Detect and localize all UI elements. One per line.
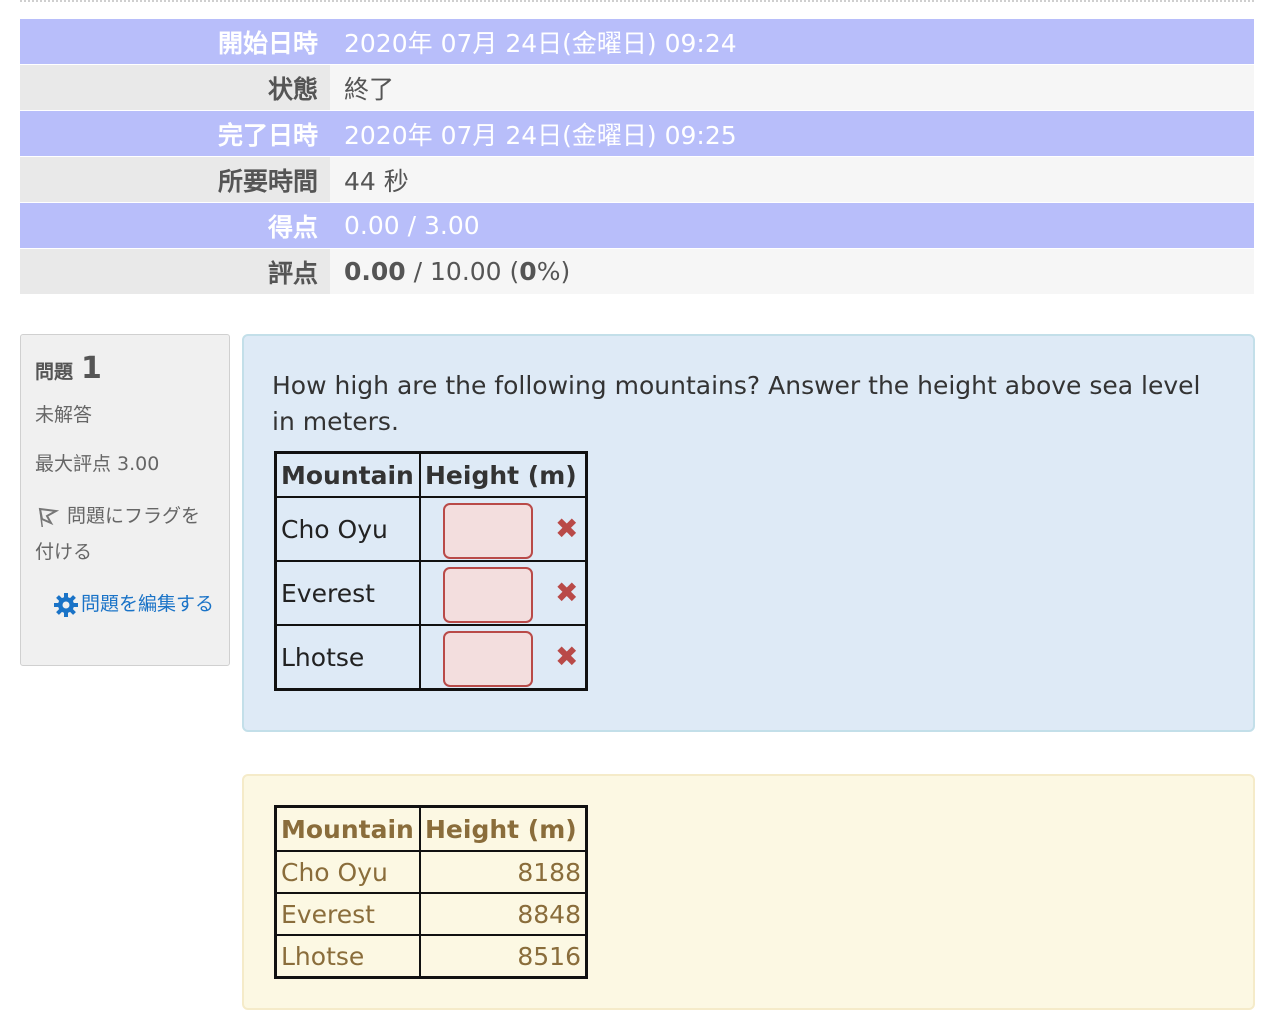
mountain-name: Everest: [274, 560, 421, 626]
table-row: Lhotse 8516: [274, 934, 588, 979]
summary-label: 所要時間: [20, 156, 330, 203]
column-header-height: Height (m): [419, 805, 588, 852]
question-max-mark: 最大評点 3.00: [35, 453, 160, 475]
table-row: Everest 8848: [274, 892, 588, 936]
mountain-name: Everest: [274, 892, 421, 936]
mountain-name: Lhotse: [274, 624, 421, 691]
gear-icon: [53, 592, 79, 618]
question-status: 未解答: [35, 404, 93, 426]
summary-label: 状態: [20, 64, 330, 111]
mountain-name: Cho Oyu: [274, 496, 421, 562]
mountain-height: 8848: [419, 892, 588, 936]
flag-question-label: 問題にフラグを付ける: [35, 505, 201, 563]
table-header-row: Mountain Height (m): [274, 451, 588, 498]
summary-label: 評点: [20, 248, 330, 295]
mountain-name: Cho Oyu: [274, 850, 421, 894]
question-info-panel: 問題 1 未解答 最大評点 3.00 問題にフラグを付ける 問題を編集する: [20, 334, 230, 666]
summary-value: 0.00 / 3.00: [330, 202, 1254, 249]
summary-label: 得点: [20, 202, 330, 249]
mountain-height: 8516: [419, 934, 588, 979]
answer-cell: ✖: [419, 496, 588, 562]
incorrect-icon: ✖: [555, 576, 579, 609]
summary-value: 0.00 / 10.00 (0%): [330, 248, 1254, 295]
incorrect-icon: ✖: [555, 512, 579, 545]
top-divider: [20, 0, 1254, 2]
summary-row-completed: 完了日時 2020年 07月 24日(金曜日) 09:25: [20, 110, 1254, 157]
grade-percent: 0: [519, 257, 537, 286]
flag-question-button[interactable]: 問題にフラグを付ける: [35, 498, 215, 570]
summary-value: 44 秒: [330, 156, 1254, 203]
correct-answer-table: Mountain Height (m) Cho Oyu 8188 Everest…: [274, 805, 588, 979]
edit-question-link[interactable]: 問題を編集する: [35, 586, 215, 622]
summary-row-marks: 得点 0.00 / 3.00: [20, 202, 1254, 249]
question-content: How high are the following mountains? An…: [242, 334, 1255, 732]
grade-value: 0.00: [344, 257, 406, 286]
table-header-row: Mountain Height (m): [274, 805, 588, 852]
grade-out-of: / 10.00 (: [405, 257, 520, 286]
summary-row-state: 状態 終了: [20, 64, 1254, 111]
summary-value: 終了: [330, 64, 1254, 111]
summary-label: 完了日時: [20, 110, 330, 157]
table-row: Everest ✖: [274, 560, 588, 626]
column-header-mountain: Mountain: [274, 805, 421, 852]
summary-value: 2020年 07月 24日(金曜日) 09:25: [330, 110, 1254, 157]
table-row: Lhotse ✖: [274, 624, 588, 691]
summary-row-grade: 評点 0.00 / 10.00 (0%): [20, 248, 1254, 295]
answer-cell: ✖: [419, 624, 588, 691]
incorrect-icon: ✖: [555, 640, 579, 673]
edit-question-label: 問題を編集する: [81, 593, 215, 615]
column-header-mountain: Mountain: [274, 451, 421, 498]
table-row: Cho Oyu ✖: [274, 496, 588, 562]
mountain-height: 8188: [419, 850, 588, 894]
grade-percent-tail: %): [536, 257, 571, 286]
answer-cell: ✖: [419, 560, 588, 626]
height-answer-input[interactable]: [443, 567, 533, 623]
height-answer-input[interactable]: [443, 631, 533, 687]
correct-answer-panel: Mountain Height (m) Cho Oyu 8188 Everest…: [242, 774, 1255, 1010]
question-number: 問題 1: [35, 351, 102, 386]
summary-label: 開始日時: [20, 19, 330, 65]
table-row: Cho Oyu 8188: [274, 850, 588, 894]
mountain-name: Lhotse: [274, 934, 421, 979]
question-number-value: 1: [81, 351, 102, 386]
flag-icon: [35, 505, 60, 529]
summary-row-time-taken: 所要時間 44 秒: [20, 156, 1254, 203]
question-table: Mountain Height (m) Cho Oyu ✖ Everest ✖ …: [274, 451, 588, 691]
attempt-summary-table: 開始日時 2020年 07月 24日(金曜日) 09:24 状態 終了 完了日時…: [20, 19, 1254, 295]
summary-row-started: 開始日時 2020年 07月 24日(金曜日) 09:24: [20, 19, 1254, 65]
height-answer-input[interactable]: [443, 503, 533, 559]
summary-value: 2020年 07月 24日(金曜日) 09:24: [330, 19, 1254, 65]
column-header-height: Height (m): [419, 451, 588, 498]
question-text: How high are the following mountains? An…: [272, 371, 1201, 436]
